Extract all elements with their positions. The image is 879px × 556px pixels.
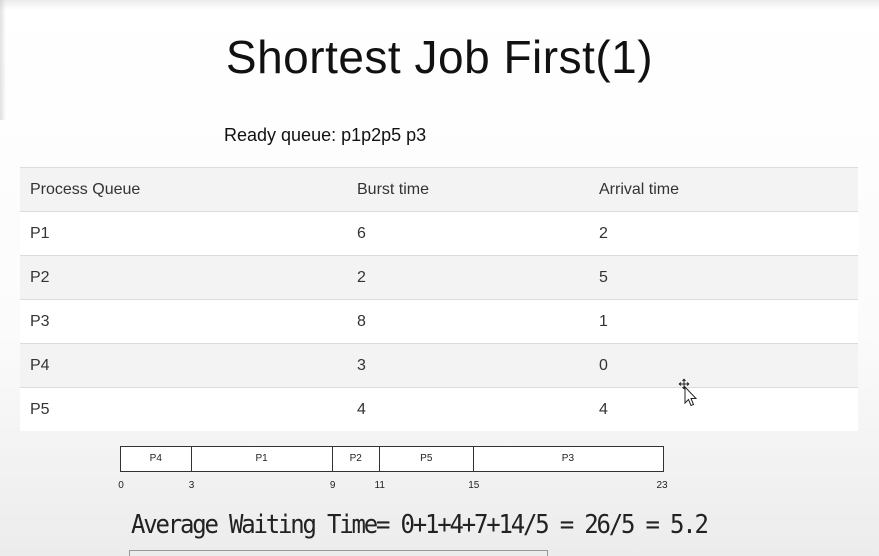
gantt-segment-p5: P5 (380, 447, 474, 471)
average-waiting-time: Average Waiting Time= 0+1+4+7+14/5 = 26/… (131, 509, 709, 540)
gantt-tick-label: 23 (656, 480, 668, 491)
header-arrival-time: Arrival time (589, 167, 858, 212)
ready-queue-label: Ready queue: p1p2p5 p3 (224, 125, 427, 145)
highlight-box (129, 550, 548, 556)
arrival-cell: 4 (589, 387, 858, 431)
process-cell: P4 (20, 343, 347, 388)
gantt-segment-p4: P4 (121, 447, 192, 471)
burst-cell: 8 (347, 299, 589, 344)
table-row: P2 2 5 (20, 255, 858, 300)
burst-cell: 3 (347, 343, 589, 388)
gantt-tick-label: 15 (468, 480, 480, 491)
arrival-cell: 0 (589, 343, 858, 388)
process-cell: P2 (20, 255, 347, 300)
burst-cell: 4 (347, 387, 589, 431)
header-process-queue: Process Queue (20, 167, 347, 212)
burst-cell: 6 (347, 211, 589, 256)
table-row: P4 3 0 (20, 343, 858, 388)
table-header-row: Process Queue Burst time Arrival time (20, 167, 858, 212)
gantt-segment-p3: P3 (561, 453, 575, 464)
burst-cell: 2 (347, 255, 589, 300)
arrival-cell: 2 (589, 211, 858, 256)
arrival-cell: 5 (589, 255, 858, 300)
table-row: P5 4 4 (20, 387, 858, 431)
gantt-tick-label: 3 (188, 480, 195, 491)
process-cell: P5 (20, 387, 347, 431)
slide-title: Shortest Job First(1) (225, 31, 654, 83)
process-cell: P3 (20, 299, 347, 344)
gantt-chart: P4 P1 P2 P5 P3 (120, 446, 664, 472)
process-table: Process Queue Burst time Arrival time P1… (20, 167, 858, 431)
slide: Shortest Job First(1) Ready queue: p1p2p… (0, 0, 879, 556)
gantt-segment-p2: P2 (333, 447, 380, 471)
table-row: P3 8 1 (20, 299, 858, 344)
gantt-segment-p1: P1 (192, 447, 333, 471)
arrival-cell: 1 (589, 299, 858, 344)
header-burst-time: Burst time (347, 167, 589, 212)
gantt-tick-label: 9 (329, 480, 336, 491)
gantt-tick-label: 11 (374, 480, 385, 491)
process-cell: P1 (20, 211, 347, 256)
gantt-tick-label: 0 (118, 480, 124, 491)
move-cursor-icon (678, 378, 698, 407)
table-row: P1 6 2 (20, 211, 858, 256)
top-shadow (0, 0, 879, 10)
